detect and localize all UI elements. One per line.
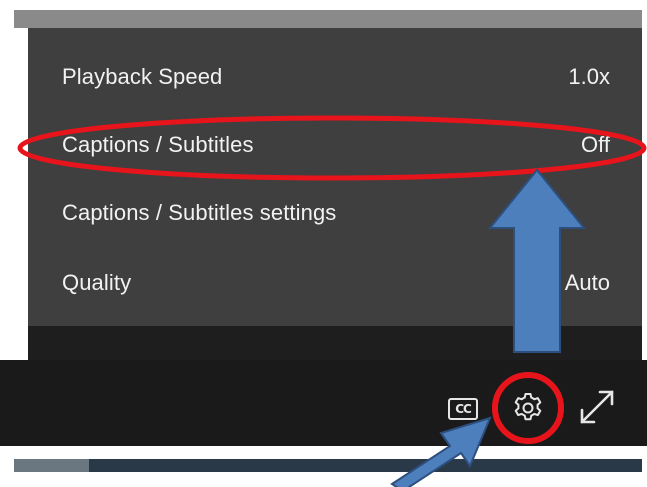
closed-captions-icon: CC: [448, 398, 478, 420]
menu-footer-band: [28, 326, 642, 360]
menu-item-label: Quality: [62, 270, 132, 295]
video-content-strip: [14, 10, 642, 28]
menu-item-value: Off: [581, 132, 610, 157]
menu-item-label: Captions / Subtitles: [62, 132, 254, 157]
progress-track[interactable]: [14, 459, 642, 472]
video-player: Playback Speed 1.0x Captions / Subtitles…: [0, 0, 647, 487]
menu-item-value: Auto: [564, 270, 610, 295]
settings-button[interactable]: [510, 390, 546, 426]
progress-played: [14, 459, 89, 472]
menu-item-quality[interactable]: Quality Auto: [28, 256, 642, 316]
closed-captions-button[interactable]: CC: [446, 394, 480, 420]
control-bar: [0, 360, 647, 446]
menu-item-captions-subtitles[interactable]: Captions / Subtitles Off: [28, 118, 642, 178]
menu-item-value: 1.0x: [568, 64, 610, 89]
menu-item-captions-settings[interactable]: Captions / Subtitles settings: [28, 186, 642, 246]
menu-item-playback-speed[interactable]: Playback Speed 1.0x: [28, 50, 642, 110]
fullscreen-button[interactable]: [576, 386, 618, 428]
fullscreen-expand-icon: [580, 390, 614, 424]
menu-item-label: Playback Speed: [62, 64, 223, 89]
gear-icon: [514, 393, 542, 421]
settings-menu: Playback Speed 1.0x Captions / Subtitles…: [28, 28, 642, 326]
menu-item-label: Captions / Subtitles settings: [62, 200, 337, 225]
